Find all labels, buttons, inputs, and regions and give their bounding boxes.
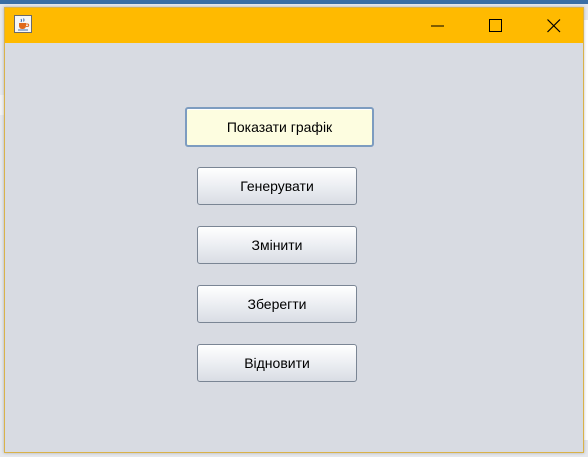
maximize-icon <box>489 19 502 32</box>
close-button[interactable] <box>525 8 583 43</box>
show-chart-label: Показати графік <box>226 119 333 135</box>
show-chart-button[interactable]: Показати графік <box>185 107 374 147</box>
java-cup-icon[interactable] <box>14 15 32 33</box>
minimize-icon <box>431 25 444 27</box>
app-window: Показати графік Генерувати Змінити Збере… <box>4 7 584 453</box>
generate-button[interactable]: Генерувати <box>197 167 357 205</box>
minimize-button[interactable] <box>409 8 467 43</box>
restore-button[interactable]: Відновити <box>197 344 357 382</box>
restore-label: Відновити <box>244 355 310 371</box>
background-window-edge <box>0 0 588 4</box>
change-label: Змінити <box>251 237 303 253</box>
change-button[interactable]: Змінити <box>197 226 357 264</box>
generate-label: Генерувати <box>240 178 314 194</box>
maximize-button[interactable] <box>467 8 525 43</box>
content-panel: Показати графік Генерувати Змінити Збере… <box>5 43 583 452</box>
save-button[interactable]: Зберегти <box>197 285 357 323</box>
save-label: Зберегти <box>247 296 307 312</box>
title-bar[interactable] <box>5 8 583 43</box>
close-icon <box>547 19 561 33</box>
